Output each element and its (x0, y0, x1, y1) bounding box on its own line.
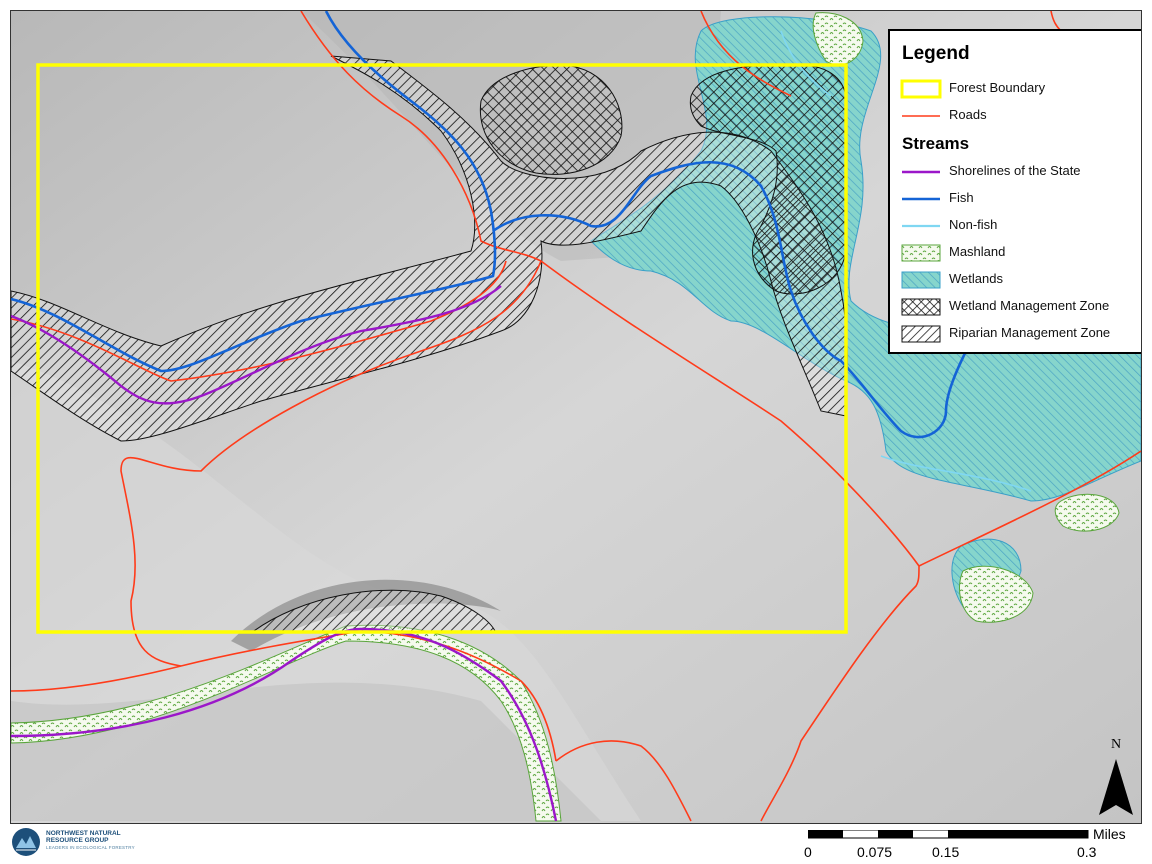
legend-label: Wetland Management Zone (949, 298, 1110, 313)
roads-swatch-icon (902, 115, 940, 117)
shoreline-swatch-icon (902, 170, 940, 174)
legend-item-roads: Roads (900, 105, 1140, 127)
legend-item-fish: Fish (900, 188, 1140, 210)
nonfish-swatch-icon (902, 224, 940, 228)
legend-item-forest-boundary: Forest Boundary (900, 78, 1140, 100)
scale-tick-2: 0.15 (932, 844, 960, 860)
wetlands-swatch-icon (901, 271, 941, 289)
legend-item-mashland: Mashland (900, 242, 1140, 264)
scale-tick-3: 0.3 (1077, 844, 1097, 860)
legend-label: Non-fish (949, 217, 998, 232)
legend-label: Forest Boundary (949, 80, 1046, 95)
logo-emblem-icon (12, 828, 40, 856)
mashland-swatch-icon (901, 244, 941, 262)
fish-swatch-icon (902, 197, 940, 201)
company-logo: NORTHWEST NATURAL RESOURCE GROUP LEADERS… (10, 826, 150, 858)
legend-label: Fish (949, 190, 974, 205)
legend-label: Mashland (949, 244, 1006, 259)
scale-unit: Miles (1093, 826, 1126, 842)
map-frame[interactable]: Legend Forest Boundary Roads Streams Sho… (10, 10, 1142, 824)
legend-label: Shorelines of the State (949, 163, 1081, 178)
scale-bar: 0 0.075 0.15 0.3 Miles (800, 826, 1145, 862)
legend-label: Wetlands (949, 271, 1003, 286)
north-arrow-icon (1099, 759, 1133, 815)
legend-label: Roads (949, 107, 987, 122)
wetland-management-zone-swatch-icon (901, 298, 941, 316)
legend-panel: Legend Forest Boundary Roads Streams Sho… (888, 29, 1141, 354)
north-letter: N (1110, 737, 1122, 752)
legend-item-wetland-management-zone: Wetland Management Zone (900, 296, 1140, 318)
scale-tick-0: 0 (804, 844, 812, 860)
legend-label: Riparian Management Zone (949, 325, 1111, 340)
logo-name: NORTHWEST NATURAL RESOURCE GROUP (46, 830, 121, 844)
legend-streams-heading: Streams (902, 134, 970, 153)
north-arrow: N (1095, 737, 1137, 819)
legend-item-shorelines: Shorelines of the State (900, 161, 1140, 183)
scale-tick-1: 0.075 (857, 844, 893, 860)
legend-title: Legend (902, 43, 970, 64)
legend-item-nonfish: Non-fish (900, 215, 1140, 237)
legend-item-wetlands: Wetlands (900, 269, 1140, 291)
riparian-management-zone-swatch-icon (901, 325, 941, 343)
legend-item-riparian-management-zone: Riparian Management Zone (900, 323, 1140, 345)
forest-boundary-swatch-icon (900, 79, 942, 99)
logo-tagline: LEADERS IN ECOLOGICAL FORESTRY (46, 845, 135, 850)
scale-bar-graphic (808, 830, 1089, 839)
